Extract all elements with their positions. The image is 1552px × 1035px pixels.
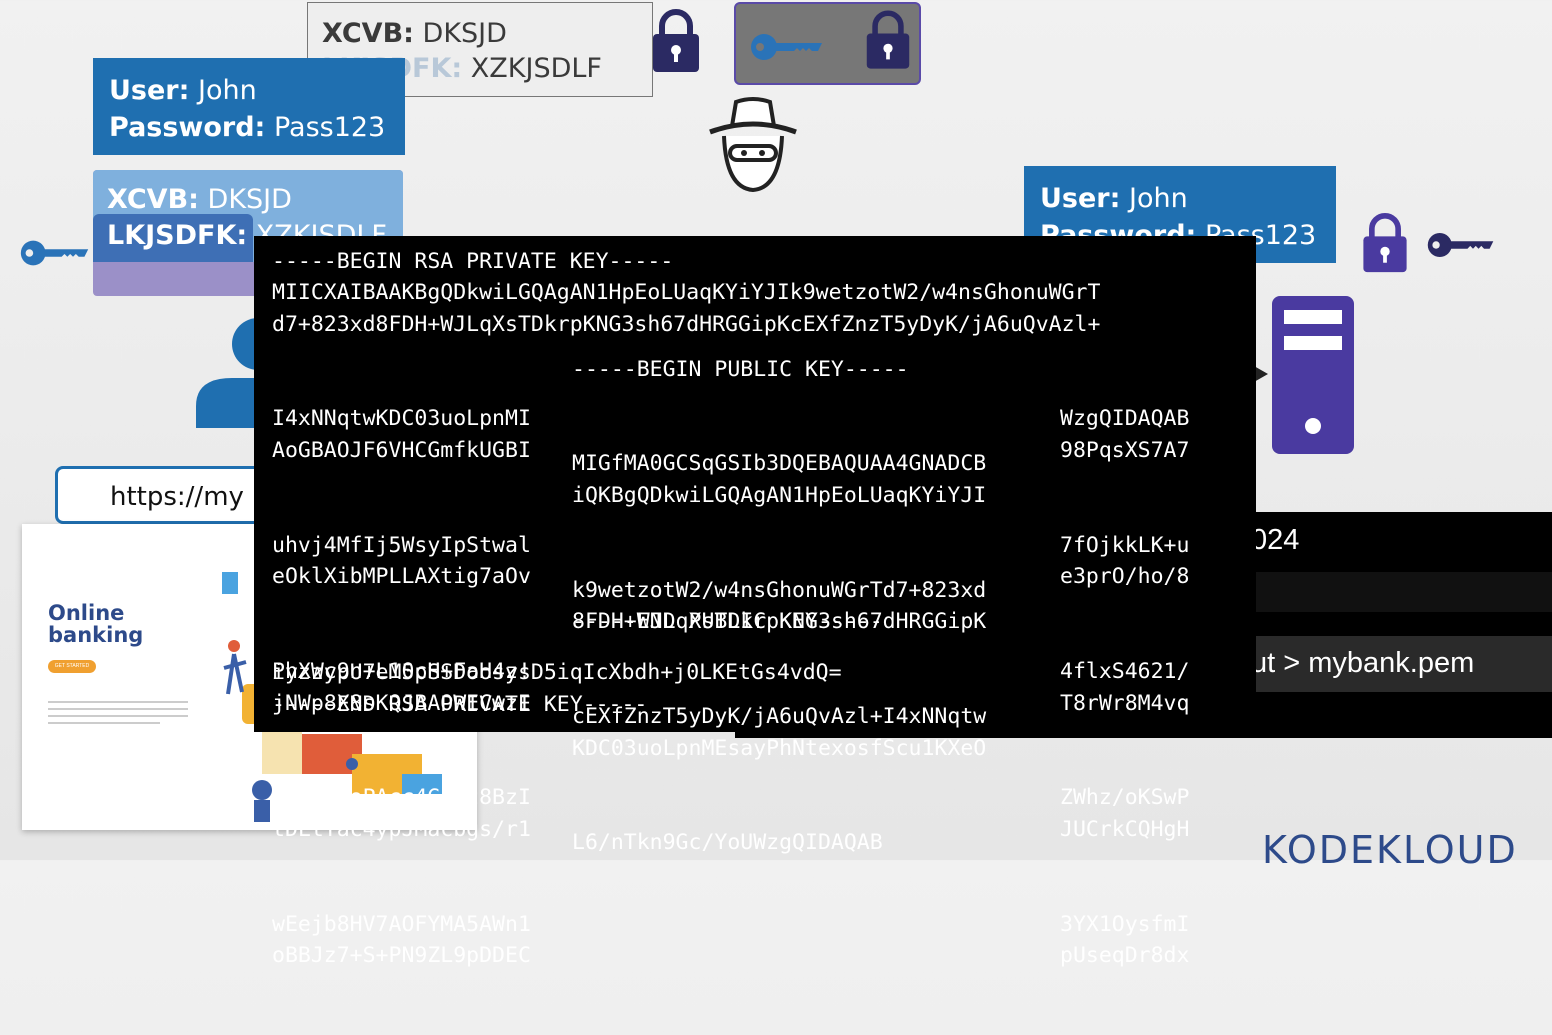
browser-url-bar[interactable]: https://my — [55, 466, 285, 524]
public-key-panel: -----BEGIN PUBLIC KEY----- MIGfMA0GCSqGS… — [554, 344, 1057, 855]
key-icon — [1427, 233, 1494, 257]
private-key-right-column: WzgQIDAQAB 98PqsXS7A7 7fOjkkLK+u e3prO/ho/… — [1060, 406, 1190, 969]
rsa-private-key-panel: -----BEGIN RSA PRIVATE KEY----- MIICXAIB… — [254, 236, 1256, 968]
value-lkjsdfk: XZKJSDLF — [470, 53, 602, 84]
user-credentials-left: User: John Password: Pass123 — [93, 58, 405, 155]
banking-paragraph — [48, 696, 188, 729]
lock-icon — [653, 9, 699, 72]
public-key-begin: -----BEGIN PUBLIC KEY----- — [572, 357, 909, 382]
value-xcvb-left: DKSJD — [207, 184, 292, 215]
value-user-right: John — [1129, 183, 1188, 214]
label-xcvb: XCVB: — [322, 18, 414, 49]
lock-icon — [866, 10, 910, 69]
label-xcvb-left: XCVB: — [107, 184, 199, 215]
value-user: John — [198, 75, 257, 106]
terminal-separator — [1251, 572, 1552, 612]
public-key-end: -----END PUBLIC KEY----- — [572, 609, 883, 634]
label-user-right: User: — [1040, 183, 1121, 214]
value-password: Pass123 — [273, 112, 386, 143]
banking-title: Online banking — [48, 601, 144, 647]
key-icon — [751, 34, 822, 60]
private-key-begin: -----BEGIN RSA PRIVATE KEY----- — [272, 249, 674, 274]
terminal-line-1: 024 — [1251, 524, 1300, 556]
lock-icon — [1363, 212, 1407, 273]
hacker-icon — [709, 97, 797, 193]
private-key-line: MIICXAIBAAKBgQDkwiLGQAgAN1HpEoLUaqKYiYJI… — [272, 280, 1101, 305]
key-lock-panel — [734, 2, 921, 85]
kodekloud-logo: KODEKLOUD — [1262, 828, 1518, 872]
label-lkjsdfk-left: LKJSDFK: — [107, 220, 248, 251]
key-icon — [20, 240, 89, 266]
server-icon — [1272, 296, 1354, 454]
private-key-line: d7+823xd8FDH+WJLqXsTDkrpKNG3sh67dHRGGipK… — [272, 312, 1101, 337]
get-started-button[interactable]: GET STARTED — [48, 660, 96, 673]
value-xcvb: DKSJD — [422, 18, 507, 49]
terminal-line-2: ut > mybank.pem — [1251, 647, 1475, 679]
arrow-icon — [1254, 366, 1268, 382]
label-user: User: — [109, 75, 190, 106]
public-key-lines: MIGfMA0GCSqGSIb3DQEBAQUAA4GNADCB iQKBgQDk… — [572, 451, 987, 856]
url-text: https://my — [110, 482, 244, 512]
label-password: Password: — [109, 112, 266, 143]
